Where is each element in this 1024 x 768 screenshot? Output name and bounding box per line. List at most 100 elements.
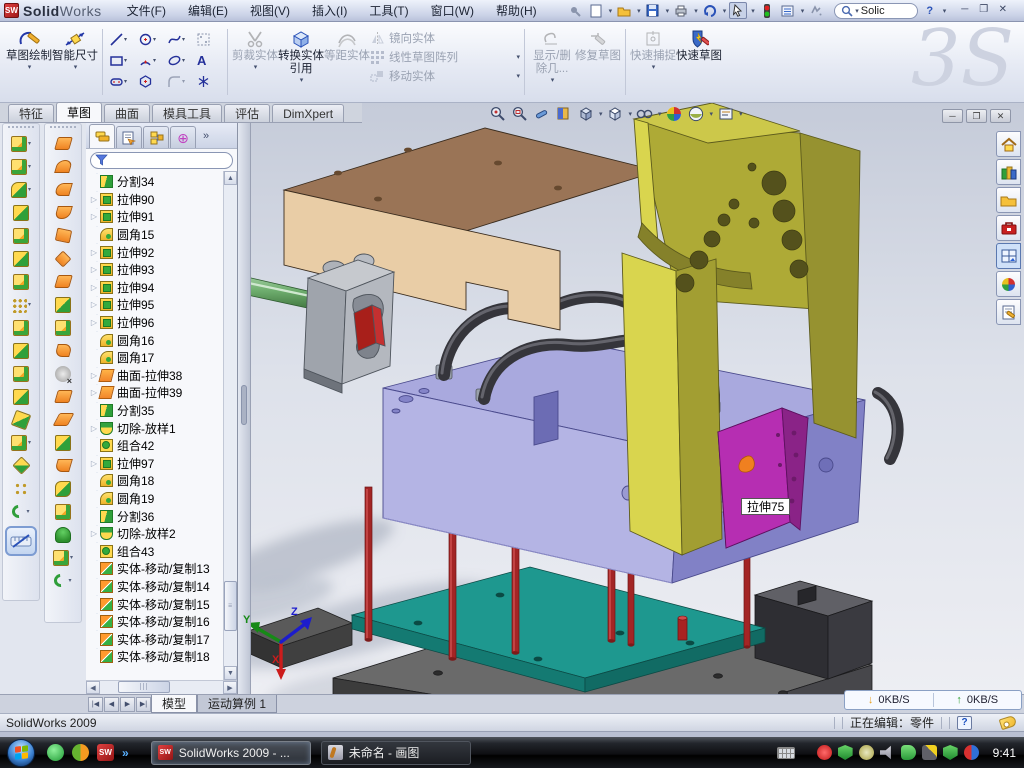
tree-item[interactable]: 拉伸95 [88, 296, 237, 314]
model-tab[interactable]: 模型 [151, 695, 197, 713]
tree-item[interactable]: 实体-移动/复制14 [88, 578, 237, 596]
doc-close-button[interactable]: ✕ [990, 109, 1011, 123]
tree-item[interactable]: 组合43 [88, 542, 237, 560]
extend-surface-icon[interactable] [55, 293, 71, 316]
move-copy-body-icon[interactable] [13, 408, 29, 431]
draft-icon[interactable] [13, 339, 29, 362]
motion-study-tab[interactable]: 运动算例 1 [197, 695, 277, 713]
resources-home-icon[interactable] [996, 131, 1021, 157]
sketch-draw-button[interactable]: 草图绘制 ▾ [6, 26, 52, 72]
shield-plus-icon[interactable] [943, 745, 958, 760]
save-icon[interactable] [644, 2, 662, 19]
select-tool-icon[interactable] [729, 2, 747, 19]
minimize-button[interactable]: ─ [957, 4, 972, 17]
menu-help[interactable]: 帮助(H) [485, 0, 548, 21]
dome-icon[interactable] [55, 523, 71, 546]
update-clock-icon[interactable] [859, 745, 874, 760]
quick-launch-expand-icon[interactable]: » [122, 746, 129, 760]
network-warning-icon[interactable] [922, 745, 937, 760]
quick-launch-browser-icon[interactable] [72, 744, 89, 761]
tab-next-icon[interactable]: ▶ [120, 697, 135, 712]
chevron-down-icon[interactable]: ▾ [124, 78, 127, 85]
zoom-fit-icon[interactable] [488, 105, 507, 122]
security-alert-icon[interactable] [817, 745, 832, 760]
rib-icon[interactable] [13, 316, 29, 339]
linear-pattern-icon[interactable]: ▾ [11, 293, 31, 316]
hole-wizard-icon[interactable] [13, 270, 29, 293]
expand-arrow-icon[interactable] [88, 265, 100, 274]
convert-entities-button[interactable]: 转换实体引用 ▾ [278, 26, 324, 85]
expand-arrow-icon[interactable] [88, 283, 100, 292]
traffic-light-icon[interactable] [758, 2, 776, 19]
expand-arrow-icon[interactable] [88, 300, 100, 309]
view-palette-icon[interactable] [996, 243, 1021, 269]
tree-item[interactable]: 曲面-拉伸39 [88, 384, 237, 402]
hide-show-items-icon[interactable] [635, 105, 654, 122]
selection-box-icon[interactable] [194, 29, 223, 50]
swept-surface-icon[interactable] [56, 132, 71, 155]
volume-icon[interactable] [880, 745, 895, 760]
tree-vertical-scrollbar[interactable]: ▲ ≡ ▼ [223, 171, 237, 680]
panel-splitter[interactable] [238, 123, 251, 694]
tab-features[interactable]: 特征 [8, 104, 54, 122]
quick-launch-messenger-icon[interactable] [47, 744, 64, 761]
appearances-scenes-icon[interactable] [996, 271, 1021, 297]
tree-item[interactable]: 组合42 [88, 437, 237, 455]
linear-pattern-button[interactable]: 线性草图阵列 ▾ [370, 49, 520, 65]
toolbox-icon[interactable] [996, 215, 1021, 241]
phone-icon[interactable] [901, 745, 916, 760]
task-solidworks[interactable]: SW SolidWorks 2009 - ... [151, 741, 311, 765]
model-short-pin[interactable] [678, 616, 687, 640]
scroll-up-icon[interactable]: ▲ [224, 171, 237, 185]
expand-arrow-icon[interactable] [88, 424, 100, 433]
flex-icon[interactable] [56, 339, 71, 362]
curve-icon[interactable]: ▾ [12, 500, 29, 523]
property-manager-tab-icon[interactable] [116, 126, 142, 148]
chevron-down-icon[interactable]: ▾ [739, 110, 743, 118]
search-input[interactable] [859, 4, 911, 18]
chevron-down-icon[interactable]: ▾ [710, 110, 714, 118]
shield-lightning-icon[interactable] [838, 745, 853, 760]
fillet-icon[interactable]: ▾ [11, 178, 31, 201]
pin-icon[interactable] [566, 2, 584, 19]
tree-item[interactable]: 拉伸90 [88, 191, 237, 209]
quick-snaps-button[interactable]: 快速捕捉 ▾ [630, 26, 676, 72]
graphics-area[interactable] [238, 103, 1024, 694]
sync-status-icon[interactable] [964, 745, 979, 760]
scroll-left-icon[interactable]: ◀ [86, 681, 100, 694]
doc-minimize-button[interactable]: ─ [942, 109, 963, 123]
curve-tool-icon[interactable]: ▾ [54, 569, 71, 592]
feature-tree[interactable]: 分割34 拉伸90 拉伸91 圆角15 拉伸92 拉伸93 拉伸94 拉伸95 … [86, 171, 237, 680]
input-method-keyboard-icon[interactable] [777, 747, 795, 759]
delete-body-icon[interactable] [15, 454, 28, 477]
planar-surface-icon[interactable] [56, 270, 71, 293]
restore-button[interactable]: ❐ [976, 4, 991, 17]
menu-edit[interactable]: 编辑(E) [177, 0, 239, 21]
chevron-down-icon[interactable]: ▾ [751, 7, 755, 15]
rebuild-icon[interactable] [807, 2, 825, 19]
chevron-down-icon[interactable]: ▾ [637, 7, 641, 15]
expand-arrow-icon[interactable] [88, 195, 100, 204]
expand-arrow-icon[interactable] [88, 459, 100, 468]
arc-tool-icon[interactable]: ▾ [136, 50, 165, 71]
search-box[interactable]: ▾ [834, 3, 918, 19]
tree-item[interactable]: 切除-放样1 [88, 419, 237, 437]
sketch-fillet-icon[interactable]: ▾ [165, 71, 194, 92]
circle-tool-icon[interactable]: ▾ [136, 29, 165, 50]
trim-surface-icon[interactable] [56, 454, 71, 477]
quick-launch-solidworks-icon[interactable]: SW [97, 744, 114, 761]
close-button[interactable]: ✕ [995, 4, 1010, 17]
tree-item[interactable]: 实体-移动/复制18 [88, 648, 237, 666]
chevron-down-icon[interactable]: ▾ [609, 7, 613, 15]
tab-prev-icon[interactable]: ◀ [104, 697, 119, 712]
tree-item[interactable]: 拉伸92 [88, 243, 237, 261]
tab-mold-tools[interactable]: 模具工具 [152, 104, 222, 122]
slot-tool-icon[interactable]: ▾ [107, 71, 136, 92]
tree-item[interactable]: 实体-移动/复制13 [88, 560, 237, 578]
tree-item[interactable]: 分割36 [88, 507, 237, 525]
tab-evaluate[interactable]: 评估 [224, 104, 270, 122]
mirror-entities-button[interactable]: 镜向实体 [370, 30, 520, 46]
spline-tool-icon[interactable]: ▾ [165, 29, 194, 50]
chevron-down-icon[interactable]: ▾ [666, 7, 670, 15]
chevron-down-icon[interactable]: ▾ [694, 7, 698, 15]
